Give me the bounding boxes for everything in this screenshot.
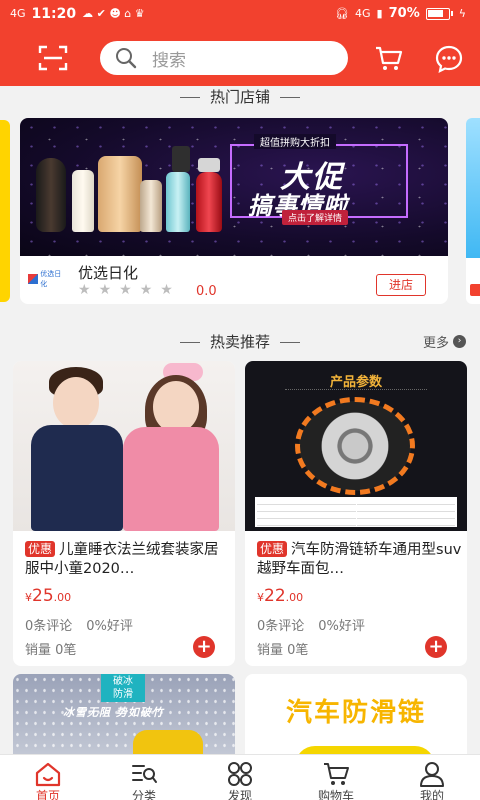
bottom-tab-bar: 首页 分类 发现 购物车 我的 [0, 754, 480, 800]
battery-percent: 70% [388, 6, 420, 21]
search-icon [116, 48, 137, 69]
product-title: 优惠 汽车防滑链轿车通用型suv越野车面包… [257, 541, 462, 577]
banner-cta: 点击了解详情 [282, 210, 349, 225]
product-sales: 销量 0笔 [257, 643, 309, 658]
carousel-prev-card[interactable] [0, 120, 10, 302]
tab-cart[interactable]: 购物车 [288, 755, 384, 800]
star-icon: ★ [98, 282, 112, 298]
product-card[interactable]: 汽车防滑链 [245, 674, 467, 764]
status-bar: 4G 11:20 ☁ ✔ ☻ ⌂ ♛ 🎧︎ 4G ▮ 70% ϟ [0, 0, 480, 30]
product-price: ¥22.00 [257, 586, 304, 606]
image-title: 产品参数 [329, 375, 382, 390]
image-title: 汽车防滑链 [285, 698, 426, 728]
network-indicator: 4G [10, 7, 26, 20]
star-icon: ★ [119, 282, 132, 298]
discover-icon [228, 762, 252, 786]
charging-icon: ϟ [458, 6, 466, 20]
shop-logo: 优选日化 [28, 268, 64, 290]
search-placeholder: 搜索 [152, 50, 186, 71]
hot-shops-title: 热门店铺 [0, 86, 480, 107]
discount-tag: 优惠 [25, 541, 56, 557]
signal-icon: ▮ [376, 6, 383, 20]
product-sales: 销量 0笔 [25, 643, 77, 658]
add-to-cart-button[interactable]: + [425, 636, 447, 658]
tab-home[interactable]: 首页 [0, 755, 96, 800]
product-title: 优惠 儿童睡衣法兰绒套装家居服中小童2020… [25, 541, 219, 577]
image-tag: 破冰 防滑 [101, 674, 145, 702]
profile-icon [420, 762, 444, 787]
carousel-next-card[interactable] [466, 118, 480, 304]
cart-icon[interactable] [374, 43, 404, 73]
discount-tag: 优惠 [257, 541, 288, 557]
product-image[interactable]: 产品参数 [245, 361, 467, 531]
add-to-cart-button[interactable]: + [193, 636, 215, 658]
tab-discover[interactable]: 发现 [192, 755, 288, 800]
product-stats: 0条评论 0%好评 [25, 619, 133, 634]
hot-sale-title: 热卖推荐 [0, 331, 480, 352]
status-time: 11:20 [31, 6, 77, 22]
star-icon: ★ [78, 282, 91, 298]
home-icon [35, 762, 61, 787]
product-card[interactable]: 优惠 儿童睡衣法兰绒套装家居服中小童2020… ¥25.00 0条评论 0%好评 销… [13, 361, 235, 666]
enter-shop-button[interactable]: 进店 [376, 274, 426, 296]
category-icon [132, 765, 157, 783]
search-input[interactable]: 搜索 [100, 41, 348, 75]
product-stats: 0条评论 0%好评 [257, 619, 365, 634]
shop-name: 优选日化 [78, 264, 139, 282]
star-icon: ★ [139, 282, 153, 298]
cart-icon [324, 763, 349, 785]
signal-indicator: 4G [355, 6, 371, 20]
image-slogan: 冰雪无阻 势如破竹 [63, 706, 164, 719]
more-link[interactable]: 更多 › [423, 332, 466, 351]
banner-subtitle: 超值拼购大折扣 [254, 134, 336, 149]
star-icon: ★ [160, 282, 173, 298]
message-icon[interactable] [434, 44, 464, 74]
shop-rating-stars: ★ ★ ★ ★ ★ [78, 282, 173, 298]
battery-icon [425, 7, 450, 20]
shop-score: 0.0 [196, 284, 217, 299]
tab-category[interactable]: 分类 [96, 755, 192, 800]
shop-card[interactable]: 超值拼购大折扣 大促 搞事情啦 点击了解详情 优选日化 优选日化 ★ ★ ★ ★ ★ 0… [20, 118, 448, 304]
product-card[interactable]: 破冰 防滑 冰雪无阻 势如破竹 [13, 674, 235, 764]
chevron-right-icon: › [453, 335, 466, 348]
product-card[interactable]: 产品参数 优惠 汽车防滑链轿车通用型suv越野车面包… ¥22.00 0条评论 0%… [245, 361, 467, 666]
app-header: 4G 11:20 ☁ ✔ ☻ ⌂ ♛ 🎧︎ 4G ▮ 70% ϟ 搜索 [0, 0, 480, 86]
shop-banner[interactable]: 超值拼购大折扣 大促 搞事情啦 点击了解详情 [20, 118, 448, 256]
notification-icon: ☁ ✔ ☻ ⌂ ♛ [82, 7, 145, 20]
product-price: ¥25.00 [25, 586, 72, 606]
scan-icon[interactable] [38, 44, 68, 72]
headset-icon: 🎧︎ [335, 6, 350, 20]
tab-profile[interactable]: 我的 [384, 755, 480, 800]
product-image[interactable] [13, 361, 235, 531]
